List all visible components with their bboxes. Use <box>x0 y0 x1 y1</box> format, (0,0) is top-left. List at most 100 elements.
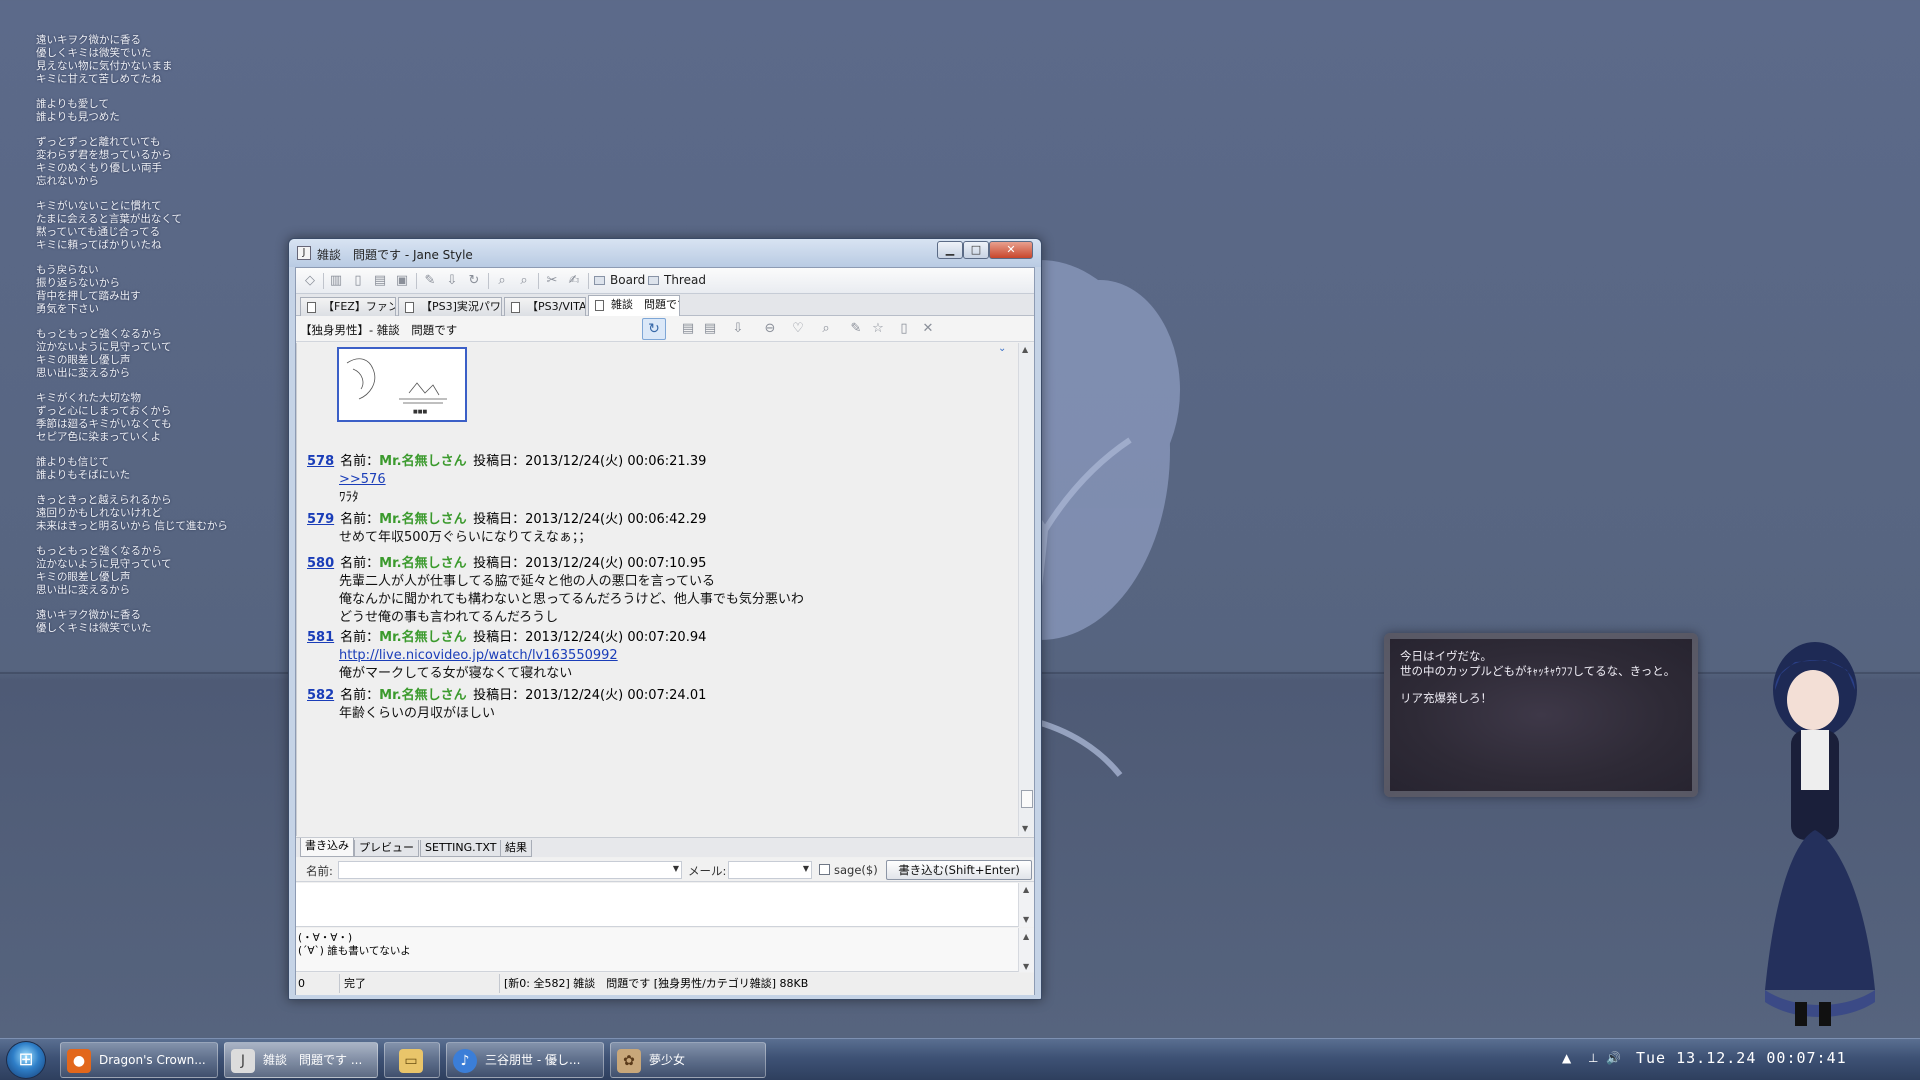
tools-icon[interactable]: ✂ <box>542 272 562 290</box>
find-icon[interactable]: ⌕ <box>514 272 534 290</box>
sage-checkbox[interactable] <box>819 864 830 875</box>
tab-ps3-jikkyou[interactable]: 【PS3]実況パワフ... <box>398 297 502 316</box>
tab-label: 【FEZ】ファンタジ... <box>323 300 395 313</box>
lyrics-line: 泣かないように見守っていて <box>36 558 172 570</box>
lyrics-stanza: ずっとずっと離れていても 変わらず君を想っているから キミのぬくもり優しい両手 忘れな… <box>36 136 266 188</box>
task-itunes[interactable]: ♪ 三谷朋世 - 優し... <box>446 1042 604 1078</box>
scroll-thumb[interactable] <box>1021 790 1033 808</box>
aa-scrollbar[interactable]: ▲ ▼ <box>1018 928 1034 972</box>
clock[interactable]: Tue 13.12.24 00:07:41 <box>1636 1049 1847 1067</box>
lyrics-line: 誰よりもそばにいた <box>36 469 131 481</box>
scroll-up-icon[interactable]: ▲ <box>1023 930 1029 943</box>
memo-icon[interactable]: ▯ <box>894 320 914 338</box>
stop-icon[interactable]: ⊖ <box>760 320 780 338</box>
post-number[interactable]: 580 <box>307 556 334 571</box>
title-bar[interactable]: J 雑談 問題です - Jane Style ▁ □ ✕ <box>289 239 1041 267</box>
show-hidden-icon[interactable]: ▲ <box>1562 1051 1571 1065</box>
lyrics-stanza: きっときっと越えられるから 遠回りかもしれないけれど 未来はきっと明るいから 信じて… <box>36 494 266 533</box>
lyrics-text: 遠いキヲク微かに香る 優しくキミは微笑でいた 見えない物に気付かないまま キミに甘えて… <box>36 34 266 647</box>
close-thread-icon[interactable]: ✕ <box>918 320 938 338</box>
start-button[interactable]: ⊞ <box>6 1041 46 1079</box>
close-button[interactable]: ✕ <box>989 241 1033 259</box>
post-number[interactable]: 582 <box>307 688 334 703</box>
search-icon[interactable]: ⌕ <box>492 272 512 290</box>
tab-result[interactable]: 結果 <box>500 840 532 857</box>
firefox-icon: ● <box>67 1049 91 1073</box>
system-tray: ▲ ⊥ 🔊 Tue 13.12.24 00:07:41 <box>1556 1039 1920 1080</box>
post-number[interactable]: 578 <box>307 454 334 469</box>
post-number[interactable]: 581 <box>307 630 334 645</box>
reload-thread-button[interactable]: ↻ <box>642 318 666 340</box>
image-thumbnail[interactable]: ■■■ <box>337 347 467 422</box>
window-client: ◇ ▥ ▯ ▤ ▣ ✎ ⇩ ↻ ⌕ ⌕ ✂ ✍ Board Thread 【FE… <box>295 267 1035 995</box>
write-icon[interactable]: ✎ <box>420 272 440 290</box>
download-icon[interactable]: ⇩ <box>442 272 462 290</box>
task-jane-style[interactable]: J 雑談 問題です ... <box>224 1042 378 1078</box>
maximize-button[interactable]: □ <box>963 241 989 259</box>
zoom-icon[interactable]: ⌕ <box>816 320 836 338</box>
network-icon[interactable]: ⊥ <box>1588 1051 1598 1065</box>
message-textarea[interactable]: ▲ ▼ <box>296 883 1034 927</box>
name-label: 名前： <box>340 630 380 645</box>
jump-to-new-icon[interactable]: ⌄ <box>998 343 1006 354</box>
chevron-down-icon[interactable]: ▼ <box>803 864 809 873</box>
minimize-button[interactable]: ▁ <box>937 241 963 259</box>
lyrics-stanza: 遠いキヲク微かに香る 優しくキミは微笑でいた <box>36 609 266 635</box>
write-tabs: 書き込み プレビュー SETTING.TXT 結果 <box>296 837 1034 857</box>
tab-ps3-vita[interactable]: 【PS3/VITA】... <box>504 297 586 316</box>
nav-icon[interactable]: ◇ <box>300 272 320 290</box>
mail-field[interactable]: ▼ <box>728 861 812 879</box>
aa-line: (・∀・∀・) <box>298 932 353 944</box>
pane3-icon[interactable]: ▤ <box>370 272 390 290</box>
post-number[interactable]: 579 <box>307 512 334 527</box>
scroll-up-icon[interactable]: ▲ <box>1023 885 1029 894</box>
pen-icon[interactable]: ✎ <box>846 320 866 338</box>
task-yume-shoujo[interactable]: ✿ 夢少女 <box>610 1042 766 1078</box>
thread-menu[interactable]: Thread <box>648 273 706 287</box>
speech-line: 世の中のカップルどもがｷｬｯｷｬｳﾌﾌしてるな、きっと。 <box>1400 664 1676 678</box>
tab-write[interactable]: 書き込み <box>300 838 354 857</box>
lyrics-stanza: 誰よりも信じて 誰よりもそばにいた <box>36 456 266 482</box>
tab-fez[interactable]: 【FEZ】ファンタジ... <box>300 297 396 316</box>
scroll-down-icon[interactable]: ▼ <box>1023 960 1029 973</box>
board-menu[interactable]: Board <box>594 273 645 287</box>
filter-icon[interactable]: ♡ <box>788 320 808 338</box>
edit-icon[interactable]: ✍ <box>564 272 584 290</box>
post-body-line: せめて年収500万ぐらいになりてえなぁ；； <box>339 530 592 545</box>
list2-icon[interactable]: ▤ <box>700 320 720 338</box>
list-icon[interactable]: ▤ <box>678 320 698 338</box>
pane1-icon[interactable]: ▥ <box>326 272 346 290</box>
refresh-icon[interactable]: ↻ <box>464 272 484 290</box>
post-link[interactable]: >>576 <box>339 471 706 489</box>
name-field[interactable]: ▼ <box>338 861 682 879</box>
post-date: 2013/12/24(火) 00:06:21.39 <box>525 454 707 469</box>
tab-preview[interactable]: プレビュー <box>354 840 419 857</box>
tab-zatsudan[interactable]: 雑談 問題です <box>588 295 680 317</box>
scroll-down-icon[interactable]: ▼ <box>1023 915 1029 924</box>
name-label: 名前： <box>340 556 380 571</box>
lyrics-line: たまに会えると言葉が出なくて <box>36 213 183 225</box>
post-link[interactable]: http://live.nicovideo.jp/watch/lv1635509… <box>339 647 706 665</box>
pane4-icon[interactable]: ▣ <box>392 272 412 290</box>
tab-setting-txt[interactable]: SETTING.TXT <box>420 840 502 857</box>
task-firefox[interactable]: ● Dragon's Crown... <box>60 1042 218 1078</box>
lyrics-line: セピア色に染まっていくよ <box>36 431 162 443</box>
textarea-scrollbar[interactable]: ▲ ▼ <box>1018 883 1034 927</box>
lyrics-line: 泣かないように見守っていて <box>36 341 172 353</box>
task-explorer[interactable]: ▭ <box>384 1042 440 1078</box>
download-arrow-icon[interactable]: ⇩ <box>728 320 748 338</box>
pane2-icon[interactable]: ▯ <box>348 272 368 290</box>
post-body-line: 年齢くらいの月収がほしい <box>339 706 496 721</box>
submit-button[interactable]: 書き込む(Shift+Enter) <box>886 860 1032 880</box>
thread-scrollbar[interactable]: ▲ ▼ <box>1018 343 1034 836</box>
volume-icon[interactable]: 🔊 <box>1606 1051 1621 1065</box>
lyrics-stanza: キミがいないことに慣れて たまに会えると言葉が出なくて 黙っていても通じ合ってる キミ… <box>36 200 266 252</box>
thread-view[interactable]: ■■■ 578 名前：Mr.名無しさん 投稿日：2013/12/24(火) 00:… <box>296 343 1034 836</box>
status-bar: 0 完了 [新0: 全582] 雑談 問題です [独身男性/カテゴリ雑談] 88… <box>296 973 1034 995</box>
taskbar: ⊞ ● Dragon's Crown... J 雑談 問題です ... ▭ ♪ … <box>0 1038 1920 1080</box>
chevron-down-icon[interactable]: ▼ <box>673 864 679 873</box>
star-icon[interactable]: ☆ <box>868 320 888 338</box>
scroll-down-icon[interactable]: ▼ <box>1022 824 1028 833</box>
lyrics-line: キミに頼ってばかりいたね <box>36 239 162 251</box>
scroll-up-icon[interactable]: ▲ <box>1022 345 1028 354</box>
